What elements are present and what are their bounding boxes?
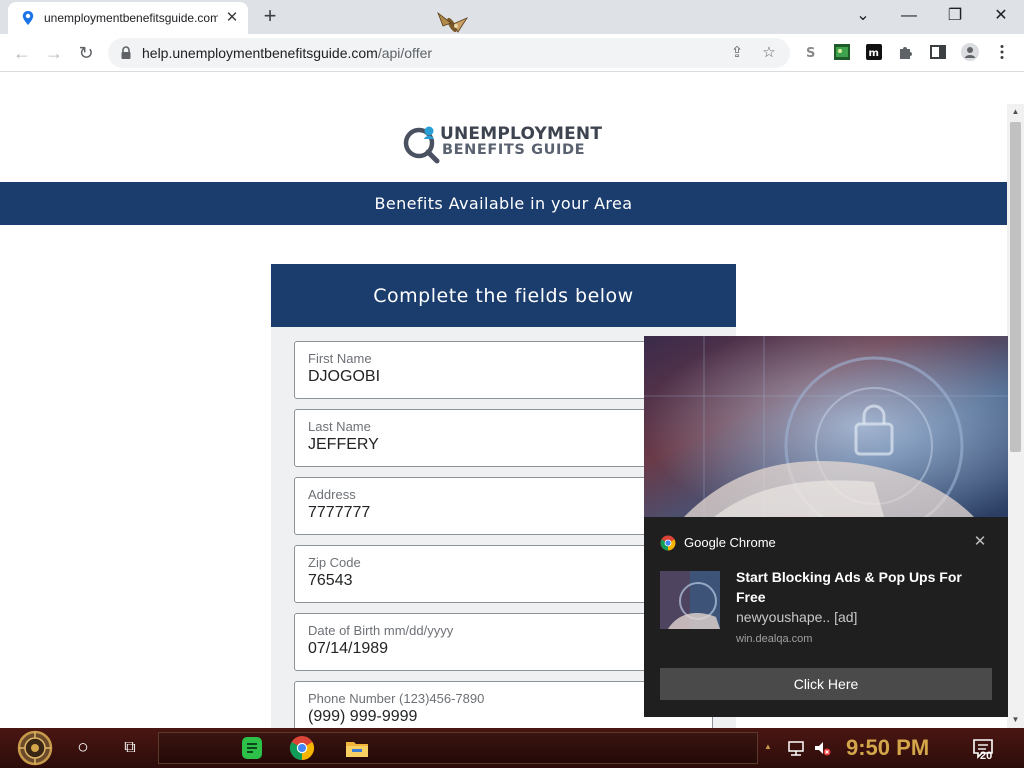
url-path: /api/offer xyxy=(377,45,433,61)
tab-search-chevron-icon[interactable]: ⌄ xyxy=(840,2,886,30)
forward-arrow-icon[interactable]: → xyxy=(41,40,67,66)
s-extension-icon[interactable]: S xyxy=(801,43,819,61)
magnifier-logo-icon xyxy=(403,126,440,164)
browser-tab[interactable]: unemploymentbenefitsguide.com ✕ xyxy=(8,2,248,34)
form-heading: Complete the fields below xyxy=(271,264,736,327)
extensions-puzzle-icon[interactable] xyxy=(897,43,915,61)
svg-text:m: m xyxy=(869,48,879,59)
url-host: help.unemploymentbenefitsguide.com xyxy=(142,45,378,61)
side-panel-icon[interactable] xyxy=(929,43,947,61)
m-extension-icon[interactable]: m xyxy=(865,43,883,61)
action-center-count: 20 xyxy=(980,750,993,762)
scroll-down-arrow-icon[interactable]: ▼ xyxy=(1007,712,1024,728)
chrome-logo-icon xyxy=(660,535,676,551)
location-pin-icon xyxy=(22,11,34,25)
notification-body: newyoushape.. [ad] xyxy=(736,609,858,625)
network-icon[interactable] xyxy=(786,738,806,758)
dismiss-notification-icon[interactable]: ✕ xyxy=(970,532,990,552)
bookmark-star-icon[interactable]: ☆ xyxy=(759,43,779,63)
volume-muted-icon[interactable] xyxy=(812,738,832,758)
file-explorer-icon[interactable] xyxy=(343,734,371,762)
scroll-up-arrow-icon[interactable]: ▲ xyxy=(1007,104,1024,120)
tab-strip: unemploymentbenefitsguide.com ✕ + ⌄ — ❐ … xyxy=(0,0,1024,34)
scrollbar-thumb[interactable] xyxy=(1010,122,1021,452)
taskbar-clock[interactable]: 9:50 PM xyxy=(846,734,929,762)
show-hidden-icons-icon[interactable]: ▲ xyxy=(764,742,774,752)
chrome-taskbar-icon[interactable] xyxy=(288,734,316,762)
address-bar[interactable]: help.unemploymentbenefitsguide.com/api/o… xyxy=(108,38,790,68)
share-icon[interactable]: ⇪ xyxy=(727,43,747,63)
svg-text:S: S xyxy=(806,46,815,61)
lock-icon[interactable] xyxy=(120,46,132,60)
task-view-icon[interactable]: ⧉ xyxy=(118,736,142,760)
notification-app-name: Google Chrome xyxy=(684,535,776,550)
notification-thumbnail-image xyxy=(660,571,720,629)
new-tab-icon[interactable]: + xyxy=(258,5,282,29)
site-logo[interactable]: UNEMPLOYMENT BENEFITS GUIDE xyxy=(402,124,612,164)
click-here-button[interactable]: Click Here xyxy=(660,668,992,700)
taskbar: ○ ⧉ ▲ 9:50 PM 20 xyxy=(0,728,1024,768)
logo-line2: BENEFITS GUIDE xyxy=(442,142,586,158)
profile-avatar-icon[interactable] xyxy=(961,43,979,61)
steampunk-start-button-icon[interactable] xyxy=(10,730,60,766)
area-banner: Benefits Available in your Area xyxy=(0,182,1007,225)
page-scrollbar[interactable]: ▲ ▼ xyxy=(1007,104,1024,728)
screen: unemploymentbenefitsguide.com ✕ + ⌄ — ❐ … xyxy=(0,0,1024,768)
back-arrow-icon[interactable]: ← xyxy=(9,40,35,66)
green-notes-app-icon[interactable] xyxy=(238,734,266,762)
reload-icon[interactable]: ↻ xyxy=(73,40,99,66)
close-window-icon[interactable]: ✕ xyxy=(978,2,1024,30)
notification-hero-image[interactable] xyxy=(644,336,1008,517)
logo-line1: UNEMPLOYMENT xyxy=(440,124,603,144)
minimize-icon[interactable]: — xyxy=(886,2,932,30)
notification-toast[interactable]: Google Chrome ✕ Start Blocking Ads & Pop… xyxy=(644,336,1008,717)
image-extension-icon[interactable] xyxy=(833,43,851,61)
restore-icon[interactable]: ❐ xyxy=(932,2,978,30)
notification-source: win.dealqa.com xyxy=(736,633,813,645)
notification-title: Start Blocking Ads & Pop Ups For Free xyxy=(736,569,962,605)
cortana-search-icon[interactable]: ○ xyxy=(72,736,94,760)
tab-title: unemploymentbenefitsguide.com xyxy=(44,11,218,25)
close-tab-icon[interactable]: ✕ xyxy=(224,10,240,26)
kebab-menu-icon[interactable] xyxy=(993,43,1011,61)
